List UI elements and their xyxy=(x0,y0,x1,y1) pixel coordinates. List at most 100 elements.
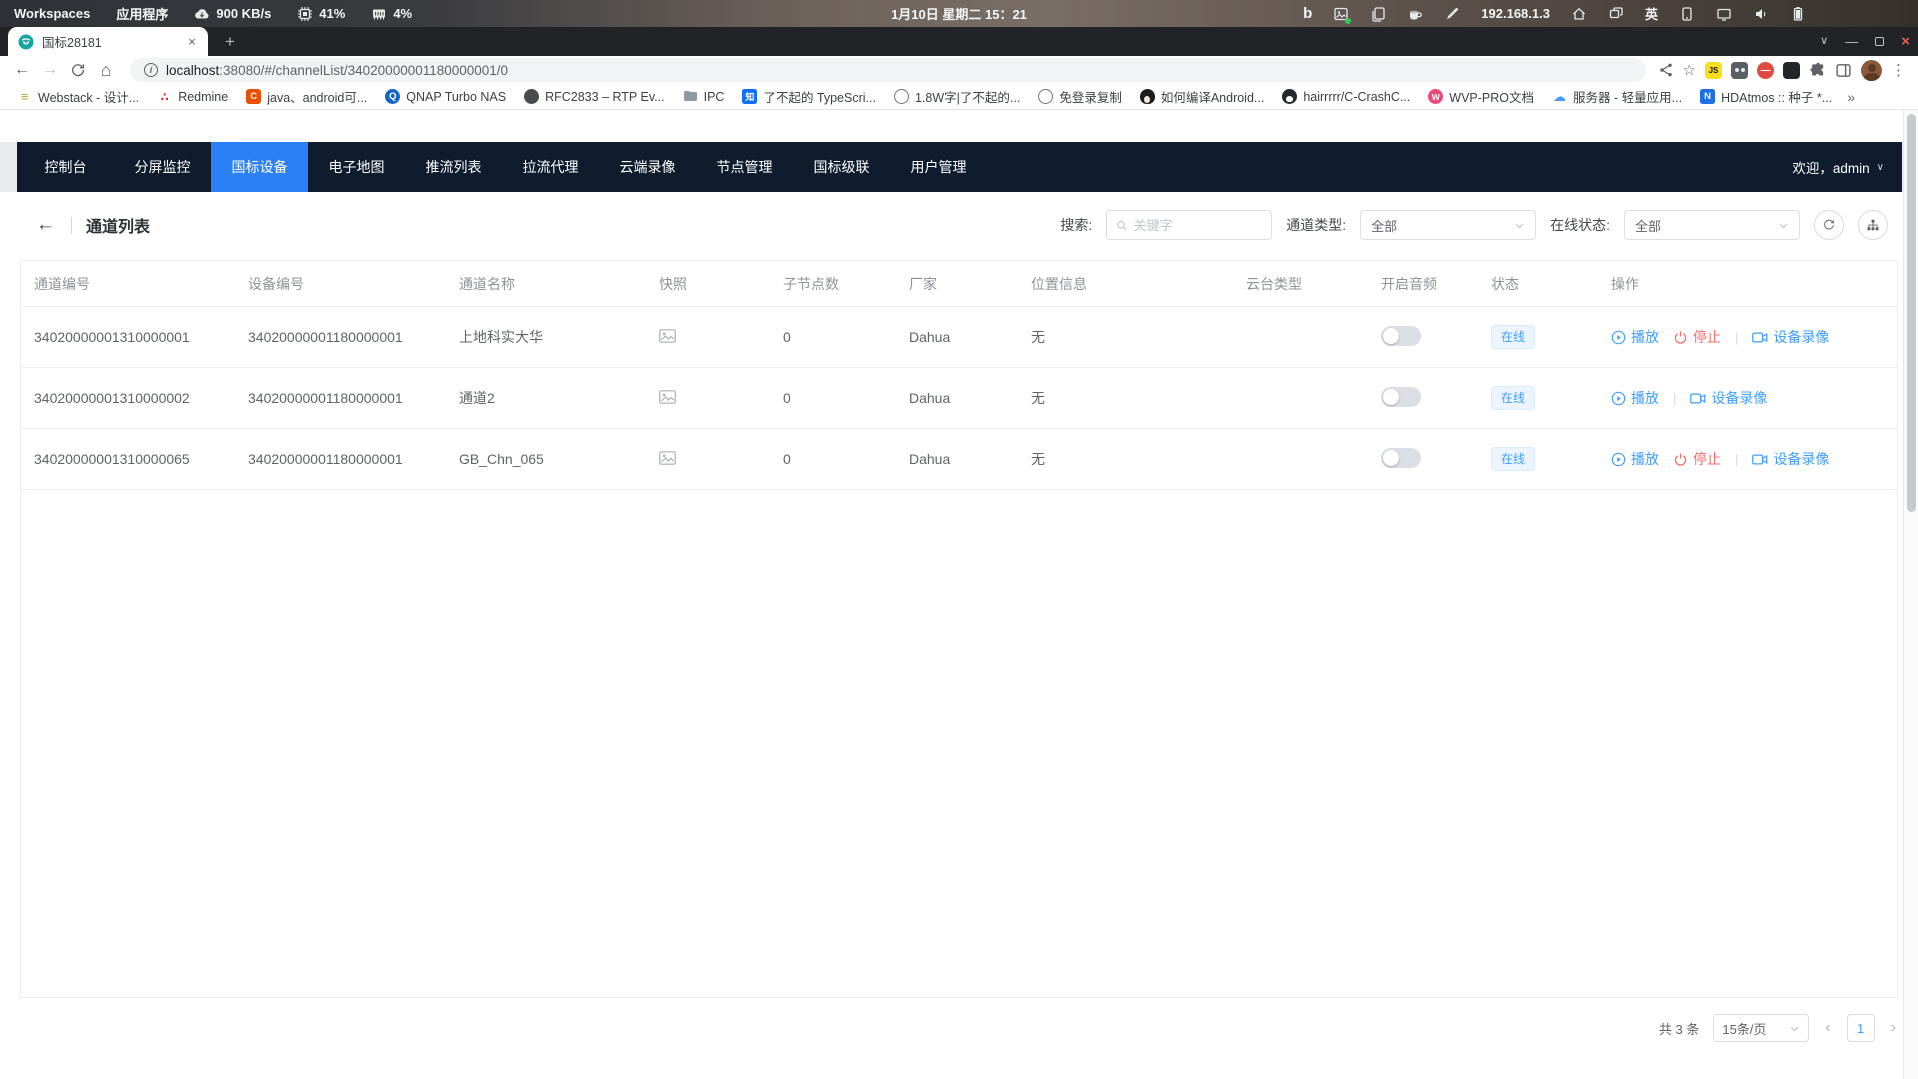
applications-button[interactable]: 应用程序 xyxy=(116,4,168,23)
nav-item-e-map[interactable]: 电子地图 xyxy=(308,142,405,192)
new-tab-button[interactable]: + xyxy=(219,31,241,53)
current-page-button[interactable]: 1 xyxy=(1847,1014,1875,1042)
extension-mask-icon[interactable] xyxy=(1731,62,1748,79)
csdn-favicon: C xyxy=(246,89,261,104)
address-bar[interactable]: i localhost:38080/#/channelList/34020000… xyxy=(130,58,1646,82)
forward-button[interactable]: → xyxy=(38,58,62,82)
extension-dark-icon[interactable] xyxy=(1783,62,1800,79)
play-button[interactable]: 播放 xyxy=(1611,388,1659,408)
bookmark-item[interactable]: 如何编译Android... xyxy=(1133,86,1272,108)
bookmark-folder[interactable]: IPC xyxy=(676,86,732,108)
workspaces-button[interactable]: Workspaces xyxy=(14,6,90,21)
bookmark-item[interactable]: 免登录复制 xyxy=(1031,86,1129,108)
bookmarks-overflow-chevron[interactable]: » xyxy=(1847,89,1855,105)
side-panel-icon[interactable] xyxy=(1835,62,1852,79)
share-icon[interactable] xyxy=(1658,62,1674,78)
browser-menu-kebab-icon[interactable]: ⋮ xyxy=(1891,61,1906,79)
ip-address[interactable]: 192.168.1.3 xyxy=(1481,6,1550,21)
nav-item-node-manage[interactable]: 节点管理 xyxy=(696,142,793,192)
bookmark-item[interactable]: 知了不起的 TypeScri... xyxy=(735,86,883,108)
back-button[interactable]: ← xyxy=(10,58,34,82)
nav-item-gb-cascade[interactable]: 国标级联 xyxy=(793,142,890,192)
audio-toggle[interactable] xyxy=(1381,326,1421,346)
search-input[interactable] xyxy=(1134,218,1263,233)
nav-item-console[interactable]: 控制台 xyxy=(17,142,114,192)
window-restore-button[interactable] xyxy=(1875,37,1884,46)
clipboard-tray-icon[interactable] xyxy=(1370,6,1386,22)
cell-channel-name: GB_Chn_065 xyxy=(459,451,659,467)
net-speed-indicator[interactable]: 900 KB/s xyxy=(194,6,271,22)
window-close-button[interactable]: × xyxy=(1901,35,1910,48)
bookmark-item[interactable]: hairrrrr/C-CrashC... xyxy=(1275,86,1417,108)
photos-tray-icon[interactable] xyxy=(1333,6,1349,22)
col-channel-name: 通道名称 xyxy=(459,274,659,294)
device-record-button[interactable]: 设备录像 xyxy=(1752,449,1829,469)
audio-toggle[interactable] xyxy=(1381,448,1421,468)
stop-button[interactable]: 停止 xyxy=(1673,327,1721,347)
bookmark-item[interactable]: QQNAP Turbo NAS xyxy=(378,86,513,108)
nav-item-gb-devices[interactable]: 国标设备 xyxy=(211,142,308,192)
window-minimize-button[interactable]: — xyxy=(1845,35,1858,48)
nav-item-user-manage[interactable]: 用户管理 xyxy=(890,142,987,192)
extensions-puzzle-icon[interactable] xyxy=(1809,62,1826,79)
browser-tab[interactable]: 国标28181 × xyxy=(8,27,208,56)
next-page-button[interactable]: › xyxy=(1889,1019,1898,1037)
display-tray-icon[interactable] xyxy=(1716,6,1732,22)
bookmark-item[interactable]: Cjava、android可... xyxy=(239,86,374,108)
audio-toggle[interactable] xyxy=(1381,387,1421,407)
nav-item-split-monitor[interactable]: 分屏监控 xyxy=(114,142,211,192)
battery-icon[interactable] xyxy=(1790,6,1806,22)
snapshot-thumbnail[interactable] xyxy=(659,390,676,404)
memory-indicator[interactable]: 4% xyxy=(371,6,412,22)
snapshot-thumbnail[interactable] xyxy=(659,329,676,343)
input-method-indicator[interactable]: 英 xyxy=(1645,4,1658,23)
col-actions: 操作 xyxy=(1611,274,1897,294)
bookmark-star-icon[interactable]: ☆ xyxy=(1683,61,1696,79)
volume-icon[interactable] xyxy=(1753,6,1769,22)
coffee-tray-icon[interactable] xyxy=(1407,6,1423,22)
scrollbar-thumb[interactable] xyxy=(1907,114,1916,512)
cell-child-count: 0 xyxy=(783,329,909,345)
bookmark-item[interactable]: 1.8W字|了不起的... xyxy=(887,86,1027,108)
profile-avatar[interactable] xyxy=(1861,60,1882,81)
cell-channel-id: 34020000001310000001 xyxy=(34,329,248,345)
device-record-button[interactable]: 设备录像 xyxy=(1690,388,1767,408)
app-navbar-row: 控制台 分屏监控 国标设备 电子地图 推流列表 拉流代理 云端录像 节点管理 国… xyxy=(0,142,1918,192)
bookmark-item[interactable]: ∴Redmine xyxy=(150,86,235,108)
tab-search-chevron-icon[interactable]: ∨ xyxy=(1820,35,1828,48)
nav-item-cloud-record[interactable]: 云端录像 xyxy=(599,142,696,192)
windows-switcher-icon[interactable] xyxy=(1608,6,1624,22)
extension-js-icon[interactable]: JS xyxy=(1705,62,1722,79)
device-record-button[interactable]: 设备录像 xyxy=(1752,327,1829,347)
play-button[interactable]: 播放 xyxy=(1611,327,1659,347)
nav-item-pull-proxy[interactable]: 拉流代理 xyxy=(502,142,599,192)
play-button[interactable]: 播放 xyxy=(1611,449,1659,469)
user-menu[interactable]: 欢迎，admin ∨ xyxy=(1792,142,1884,192)
bing-tray-icon[interactable]: b xyxy=(1303,5,1312,22)
snapshot-thumbnail[interactable] xyxy=(659,451,676,465)
reload-button[interactable] xyxy=(66,58,90,82)
bookmark-item[interactable]: RFC2833 – RTP Ev... xyxy=(517,86,672,108)
phone-link-icon[interactable] xyxy=(1679,6,1695,22)
cpu-indicator[interactable]: 41% xyxy=(297,6,345,22)
home-tray-icon[interactable] xyxy=(1571,6,1587,22)
site-info-icon[interactable]: i xyxy=(144,63,158,77)
online-status-select[interactable]: 全部 xyxy=(1624,210,1800,240)
nav-item-push-list[interactable]: 推流列表 xyxy=(405,142,502,192)
bookmark-item[interactable]: WWVP-PRO文档 xyxy=(1421,86,1541,108)
tool-tray-icon[interactable] xyxy=(1444,6,1460,22)
stop-button[interactable]: 停止 xyxy=(1673,449,1721,469)
tree-view-button[interactable] xyxy=(1858,210,1888,240)
page-back-button[interactable]: ← xyxy=(36,214,55,236)
channel-type-select[interactable]: 全部 xyxy=(1360,210,1536,240)
tab-close-icon[interactable]: × xyxy=(184,34,200,49)
home-button[interactable]: ⌂ xyxy=(94,58,118,82)
extension-adblock-icon[interactable]: — xyxy=(1757,62,1774,79)
bookmark-item[interactable]: ☁服务器 - 轻量应用... xyxy=(1545,86,1689,108)
page-size-select[interactable]: 15条/页 xyxy=(1713,1014,1809,1042)
page-scrollbar[interactable] xyxy=(1903,110,1918,1079)
prev-page-button[interactable]: ‹ xyxy=(1823,1019,1832,1037)
bookmark-item[interactable]: ≡Webstack - 设计... xyxy=(10,86,146,108)
bookmark-item[interactable]: NHDAtmos :: 种子 *... xyxy=(1693,86,1839,108)
refresh-button[interactable] xyxy=(1814,210,1844,240)
